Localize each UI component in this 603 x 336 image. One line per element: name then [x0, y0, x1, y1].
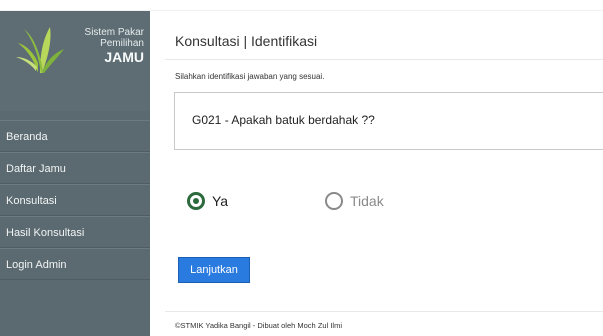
lanjutkan-button[interactable]: Lanjutkan: [178, 257, 250, 283]
question-panel: G021 - Apakah batuk berdahak ??: [174, 92, 603, 150]
sidebar-item-daftar-jamu[interactable]: Daftar Jamu: [0, 152, 150, 184]
sidebar: Sistem Pakar Pemilihan JAMU Beranda Daft…: [0, 11, 150, 336]
herb-leaves-icon: [16, 27, 64, 73]
brand-line-1: Sistem Pakar: [84, 27, 144, 38]
logo-area: Sistem Pakar Pemilihan JAMU: [0, 11, 150, 111]
sidebar-item-beranda[interactable]: Beranda: [0, 120, 150, 152]
footer-text: ©STMIK Yadika Bangil - Dibuat oleh Moch …: [175, 321, 342, 330]
sidebar-item-konsultasi[interactable]: Konsultasi: [0, 184, 150, 216]
radio-label-tidak: Tidak: [350, 193, 384, 209]
sidebar-item-login-admin[interactable]: Login Admin: [0, 248, 150, 280]
question-text: G021 - Apakah batuk berdahak ??: [192, 113, 375, 127]
sidebar-nav: Beranda Daftar Jamu Konsultasi Hasil Kon…: [0, 120, 150, 280]
brand-line-3: JAMU: [104, 49, 144, 65]
radio-label-ya: Ya: [212, 193, 229, 209]
footer-divider: [165, 311, 603, 312]
top-strip: [0, 0, 603, 11]
radio-checked-icon[interactable]: [187, 192, 205, 210]
radio-unchecked-icon[interactable]: [325, 192, 343, 210]
main-content: Konsultasi | Identifikasi Silahkan ident…: [150, 11, 603, 336]
brand-line-2: Pemilihan: [100, 38, 144, 49]
page-title: Konsultasi | Identifikasi: [175, 33, 318, 49]
sidebar-item-hasil-konsultasi[interactable]: Hasil Konsultasi: [0, 216, 150, 248]
radio-option-tidak[interactable]: Tidak: [325, 191, 415, 215]
radio-option-ya[interactable]: Ya: [187, 191, 247, 215]
title-divider: [165, 59, 603, 60]
instruction-text: Silahkan identifikasi jawaban yang sesua…: [175, 72, 325, 81]
brand-title: Sistem Pakar Pemilihan JAMU: [66, 27, 144, 65]
